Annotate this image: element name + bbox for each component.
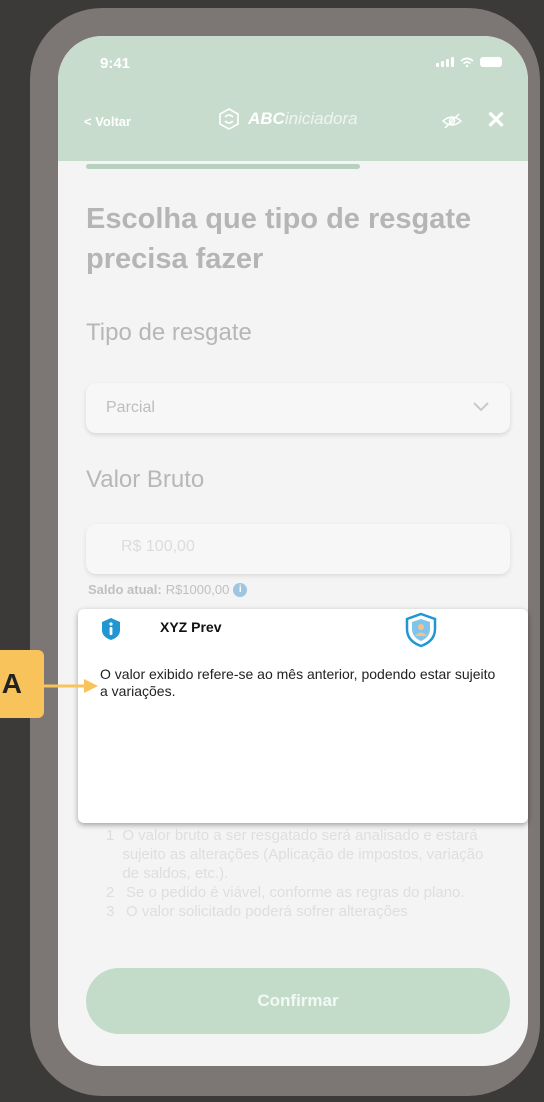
valor-bruto-input[interactable] bbox=[121, 538, 421, 556]
battery-icon bbox=[480, 57, 502, 67]
info-icon bbox=[102, 618, 120, 640]
saldo-atual: Saldo atual: R$1000,00 i bbox=[88, 582, 248, 597]
brand-logo: ABCiniciadora bbox=[218, 108, 358, 130]
brand-name: ABCiniciadora bbox=[248, 109, 358, 128]
valor-bruto-field[interactable] bbox=[86, 524, 510, 574]
status-time: 9:41 bbox=[100, 55, 131, 72]
signal-icon bbox=[436, 57, 454, 67]
confirm-button[interactable]: Confirmar bbox=[86, 968, 510, 1034]
chevron-down-icon bbox=[473, 402, 489, 412]
phone-screen: 9:41 < Voltar ABCiniciadora ✕ Escolha qu… bbox=[58, 36, 528, 1066]
progress-bar bbox=[86, 164, 360, 169]
app-header: 9:41 < Voltar ABCiniciadora ✕ bbox=[58, 36, 528, 161]
tooltip-title: XYZ Prev bbox=[160, 619, 222, 635]
saldo-value: R$1000,00 bbox=[165, 582, 230, 597]
info-tooltip: XYZ Prev O valor exibido refere-se ao mê… bbox=[78, 609, 528, 823]
list-item: 2 Se o pedido é viável, conforme as regra… bbox=[106, 884, 465, 901]
tipo-resgate-value: Parcial bbox=[106, 399, 155, 416]
valor-bruto-label: Valor Bruto bbox=[86, 466, 205, 493]
tipo-resgate-select[interactable]: Parcial bbox=[86, 383, 510, 433]
callout-label: A bbox=[0, 650, 44, 718]
brand-mark-icon bbox=[219, 108, 239, 130]
close-icon[interactable]: ✕ bbox=[486, 109, 506, 133]
back-button[interactable]: < Voltar bbox=[84, 114, 131, 129]
tooltip-text: O valor exibido refere-se ao mês anterio… bbox=[100, 666, 496, 699]
notes-list: 1O valor bruto a ser resgatado será anal… bbox=[106, 826, 496, 921]
list-item: 1O valor bruto a ser resgatado será anal… bbox=[106, 827, 484, 882]
tipo-resgate-label: Tipo de resgate bbox=[86, 319, 252, 346]
saldo-label: Saldo atual: bbox=[88, 582, 162, 597]
list-item: 3O valor solicitado poderá sofrer altera… bbox=[106, 903, 408, 920]
page-title: Escolha que tipo de resgate precisa faze… bbox=[86, 203, 472, 275]
wifi-icon bbox=[460, 57, 474, 67]
hide-balance-icon[interactable] bbox=[442, 113, 462, 129]
info-icon[interactable]: i bbox=[233, 582, 248, 597]
shield-icon bbox=[405, 612, 437, 648]
status-icons bbox=[436, 57, 502, 67]
